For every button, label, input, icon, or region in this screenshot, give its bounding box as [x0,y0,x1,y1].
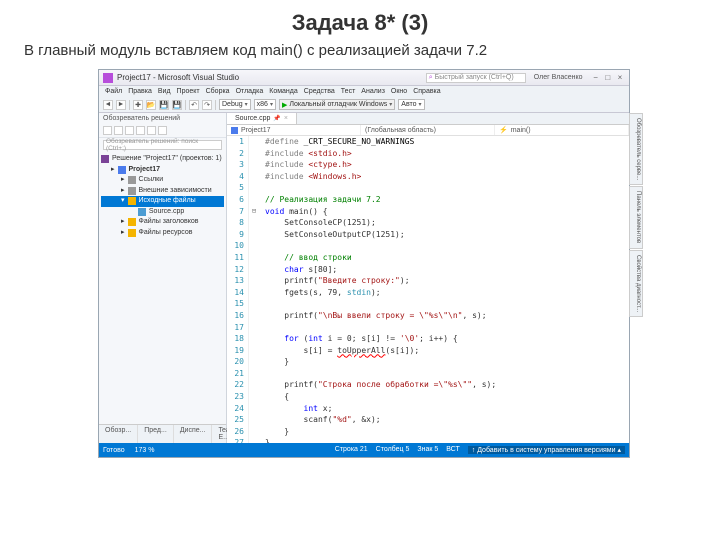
save-button[interactable]: 💾 [159,100,169,110]
status-line: Строка 21 [335,446,368,454]
right-tab[interactable]: Панель элементов [629,186,643,248]
right-tab[interactable]: Свойства диагност... [629,250,643,317]
slide-subtitle: В главный модуль вставляем код main() с … [0,42,720,69]
pin-icon[interactable]: 📌 [273,115,280,122]
redo-button[interactable]: ↷ [202,100,212,110]
status-char: Знак 5 [417,446,438,454]
status-ready: Готово [103,447,125,454]
solution-explorer-panel: Обозреватель решений Обозреватель решени… [99,113,227,443]
bottom-tab[interactable]: Диспе... [174,425,213,443]
close-tab-icon[interactable]: × [284,115,288,122]
menu-Файл[interactable]: Файл [105,88,122,95]
nav-project-combo[interactable]: Project17 [227,125,361,135]
toolbar: ◄ ► ✚ 📂 💾 💾 ↶ ↷ Debug▾ x86▾ ▶Локальный о… [99,97,629,113]
editor-tab[interactable]: Source.cpp📌× [227,113,297,124]
props-icon[interactable] [147,126,156,135]
tree-source-file[interactable]: Source.cpp [101,207,224,218]
menu-Средства[interactable]: Средства [304,88,335,95]
tree-project[interactable]: ▸ Project17 [101,165,224,176]
user-name[interactable]: Олег Власенко [530,74,587,81]
editor-tabs: Source.cpp📌× [227,113,629,125]
menu-Справка[interactable]: Справка [413,88,440,95]
maximize-button[interactable]: □ [603,73,613,82]
panel-title: Обозреватель решений [99,113,226,124]
undo-button[interactable]: ↶ [189,100,199,110]
status-col: Столбец 5 [376,446,410,454]
search-icon: ⌕ [429,74,433,82]
menu-Проект[interactable]: Проект [177,88,200,95]
slide-title: Задача 8* (3) [0,0,720,42]
menu-Сборка[interactable]: Сборка [206,88,230,95]
menubar: Файл Правка Вид Проект Сборка Отладка Команда С… [99,86,629,97]
right-tab[interactable]: Обозреватель серве... [629,113,643,185]
new-button[interactable]: ✚ [133,100,143,110]
ide-window: Project17 - Microsoft Visual Studio ⌕ Бы… [98,69,630,458]
nav-fwd-button[interactable]: ► [116,100,126,110]
window-title: Project17 - Microsoft Visual Studio [117,73,239,82]
solution-search-input[interactable]: Обозреватель решений: поиск (Ctrl+;) [103,140,222,150]
collapse-icon[interactable] [136,126,145,135]
tree-source-folder[interactable]: ▾ Исходные файлы [101,196,224,207]
nav-bar: Project17 (Глобальная область) ⚡main() [227,125,629,136]
save-all-button[interactable]: 💾 [172,100,182,110]
run-button[interactable]: ▶Локальный отладчик Windows▾ [279,99,395,110]
sync-icon[interactable] [114,126,123,135]
close-button[interactable]: × [615,73,625,82]
code-text[interactable]: #define _CRT_SECURE_NO_WARNINGS#include … [259,136,629,443]
menu-Правка[interactable]: Правка [128,88,152,95]
tree-headers-folder[interactable]: ▸ Файлы заголовков [101,217,224,228]
showall-icon[interactable] [158,126,167,135]
tree-external[interactable]: ▸ Внешние зависимости [101,186,224,197]
quick-launch-input[interactable]: ⌕ Быстрый запуск (Ctrl+Q) [426,73,526,83]
fold-column[interactable]: ⊟ [249,136,259,443]
home-icon[interactable] [103,126,112,135]
tree-solution[interactable]: Решение "Project17" (проектов: 1) [101,154,224,165]
open-button[interactable]: 📂 [146,100,156,110]
line-numbers: 1234567891011121314151617181920212223242… [227,136,249,443]
tree-resources-folder[interactable]: ▸ Файлы ресурсов [101,228,224,239]
status-git[interactable]: ↑ Добавить в систему управления версиями… [468,446,625,454]
statusbar: Готово 173 % Строка 21 Столбец 5 Знак 5 … [99,443,629,457]
panel-toolbar [99,124,226,138]
bottom-tabs: Обозр...Пред...Диспе...Team E... [99,424,226,443]
menu-Отладка[interactable]: Отладка [236,88,264,95]
minimize-button[interactable]: − [591,73,601,82]
titlebar: Project17 - Microsoft Visual Studio ⌕ Бы… [99,70,629,86]
bottom-tab[interactable]: Пред... [138,425,174,443]
config-combo[interactable]: Debug▾ [219,99,251,110]
menu-Команда[interactable]: Команда [269,88,298,95]
nav-func-combo[interactable]: ⚡main() [495,125,629,135]
menu-Анализ[interactable]: Анализ [361,88,385,95]
auto-combo[interactable]: Авто▾ [398,99,424,110]
code-area[interactable]: 1234567891011121314151617181920212223242… [227,136,629,443]
vs-logo-icon [103,73,113,83]
bottom-tab[interactable]: Обозр... [99,425,138,443]
menu-Окно[interactable]: Окно [391,88,407,95]
solution-tree: Решение "Project17" (проектов: 1) ▸ Proj… [99,152,226,240]
menu-Вид[interactable]: Вид [158,88,171,95]
nav-scope-combo[interactable]: (Глобальная область) [361,125,495,135]
tree-references[interactable]: ▸ Ссылки [101,175,224,186]
menu-Тест[interactable]: Тест [341,88,355,95]
nav-back-button[interactable]: ◄ [103,100,113,110]
status-ins[interactable]: ВСТ [446,446,460,454]
status-zoom[interactable]: 173 % [135,447,155,454]
refresh-icon[interactable] [125,126,134,135]
window-controls: − □ × [591,73,625,82]
platform-combo[interactable]: x86▾ [254,99,276,110]
code-editor: Обозреватель серве...Панель элементовСво… [227,113,629,443]
